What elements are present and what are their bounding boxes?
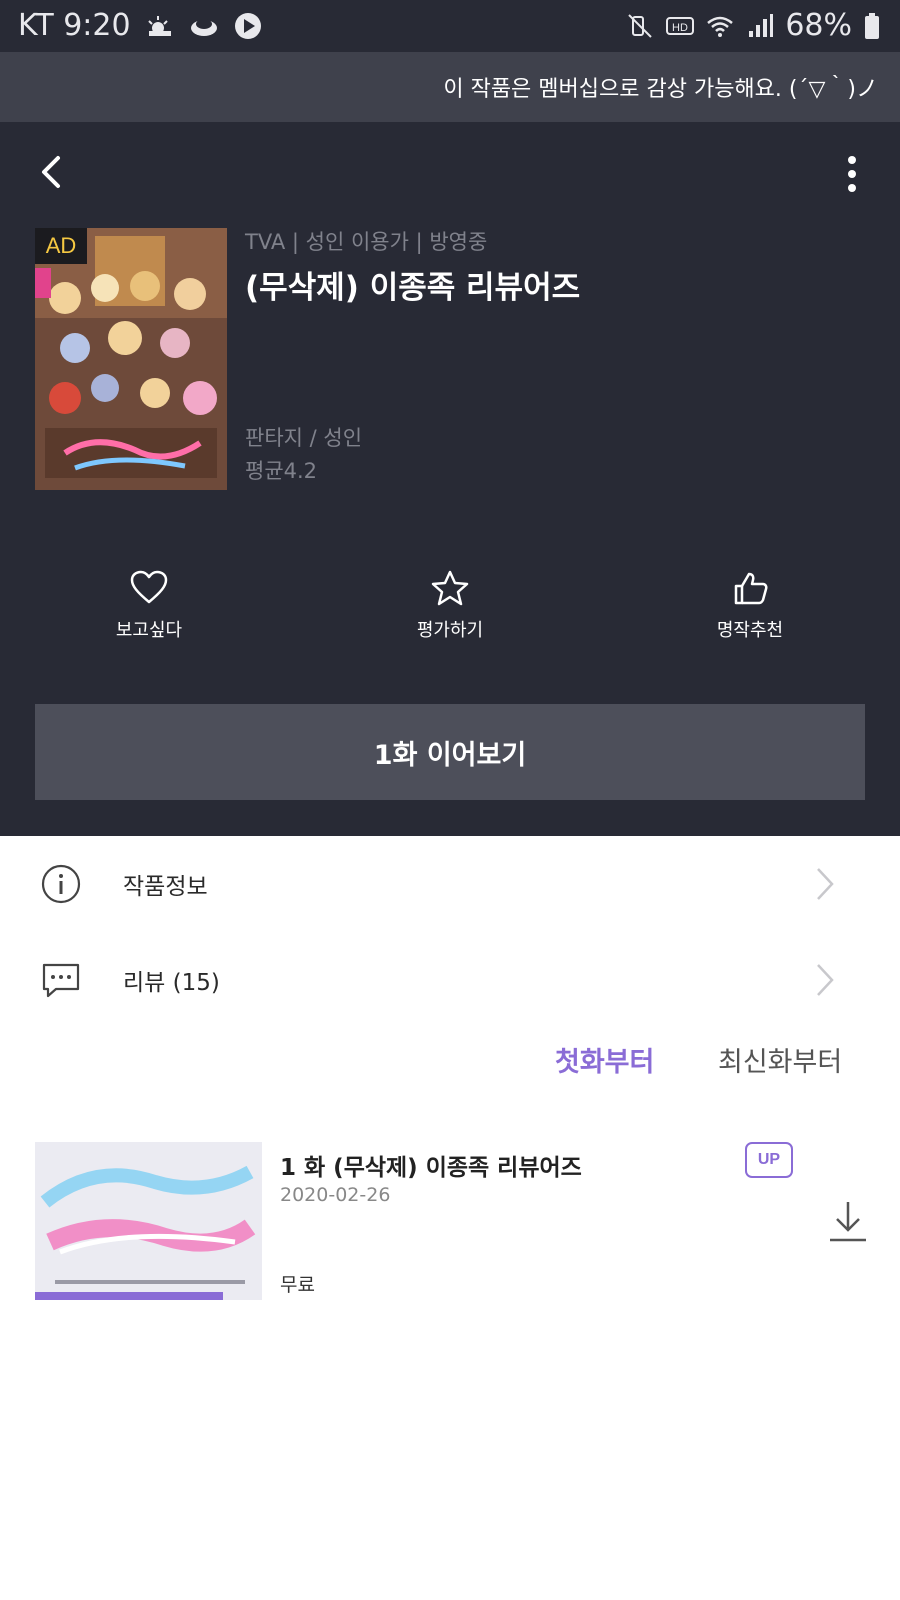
chevron-right-icon: [817, 964, 834, 996]
want-to-watch-button[interactable]: 보고싶다: [69, 570, 229, 642]
sort-first-episode[interactable]: 첫화부터: [555, 1040, 654, 1079]
download-icon[interactable]: [826, 1198, 870, 1244]
work-info-label: 작품정보: [123, 874, 208, 900]
weather-icon: [147, 15, 171, 36]
chevron-right-icon: [817, 868, 834, 900]
battery-icon: [865, 12, 879, 39]
episode-item[interactable]: 1 화 (무삭제) 이종족 리뷰어즈 2020-02-26 무료 UP: [0, 1140, 900, 1300]
comment-icon: [42, 963, 80, 998]
hd-icon: HD: [666, 16, 695, 35]
star-icon: [431, 570, 469, 606]
review-label: 리뷰 (15): [123, 970, 220, 996]
banner-text: 이 작품은 멤버십으로 감상 가능해요. (´▽｀)ノ: [443, 77, 878, 102]
wifi-icon: [707, 16, 734, 37]
up-badge: UP: [745, 1142, 793, 1178]
work-info-row[interactable]: 작품정보: [0, 844, 900, 924]
more-vert-icon[interactable]: [842, 152, 862, 196]
episode-price: 무료: [280, 1274, 315, 1296]
continue-watching-button[interactable]: 1화 이어보기: [35, 704, 865, 800]
status-bar: KT 9:20 HD 68%: [0, 0, 900, 52]
recommend-button[interactable]: 명작추천: [670, 570, 830, 642]
ad-badge: AD: [35, 228, 87, 264]
poster-image[interactable]: AD: [35, 228, 227, 490]
recommend-label: 명작추천: [716, 620, 784, 641]
work-header: AD TVA | 성인 이용가 | 방영중 (무삭제) 이종족 리뷰어즈 판타지…: [0, 122, 900, 836]
carrier-time: KT 9:20: [18, 8, 131, 43]
rate-button[interactable]: 평가하기: [370, 570, 530, 642]
battery-percent: 68%: [785, 8, 852, 43]
svg-text:HD: HD: [672, 22, 688, 34]
work-rating: 평균4.2: [245, 459, 318, 483]
heart-icon: [130, 570, 168, 604]
info-icon: [41, 864, 81, 904]
work-title: (무삭제) 이종족 리뷰어즈: [245, 270, 581, 306]
want-to-watch-label: 보고싶다: [115, 620, 183, 641]
cloud-icon: [190, 18, 217, 36]
episode-title: 1 화 (무삭제) 이종족 리뷰어즈: [280, 1155, 582, 1181]
work-meta: TVA | 성인 이용가 | 방영중: [245, 230, 488, 254]
sort-latest-episode[interactable]: 최신화부터: [718, 1040, 842, 1079]
review-row[interactable]: 리뷰 (15): [0, 940, 900, 1020]
thumbs-up-icon: [734, 572, 768, 605]
play-icon: [234, 12, 261, 39]
episode-date: 2020-02-26: [280, 1184, 391, 1206]
mute-icon: [628, 13, 653, 38]
episode-progress-bar: [35, 1292, 224, 1300]
signal-icon: [749, 13, 774, 37]
work-genre: 판타지 / 성인: [245, 426, 363, 450]
back-arrow-icon[interactable]: [30, 150, 74, 194]
rate-label: 평가하기: [416, 620, 484, 641]
continue-watching-label: 1화 이어보기: [373, 739, 527, 771]
membership-banner: 이 작품은 멤버십으로 감상 가능해요. (´▽｀)ノ: [0, 52, 900, 122]
episode-thumbnail[interactable]: [35, 1142, 262, 1300]
